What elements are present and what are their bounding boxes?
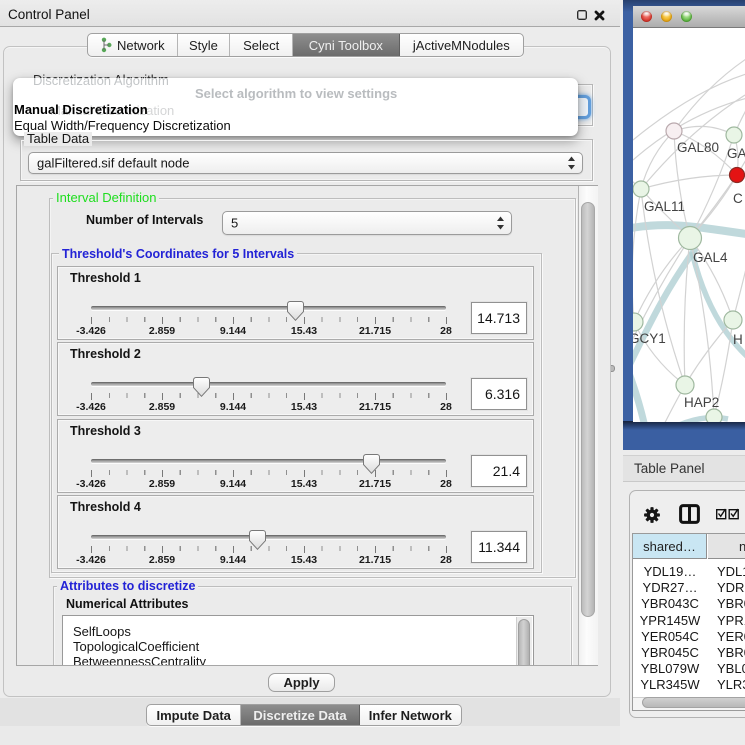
svg-text:GAL80: GAL80	[677, 140, 719, 155]
svg-text:GCY1: GCY1	[633, 331, 666, 346]
svg-text:H: H	[733, 332, 743, 347]
svg-text:GAL11: GAL11	[644, 199, 685, 214]
svg-text:C: C	[733, 191, 743, 206]
svg-text:GAL4: GAL4	[693, 250, 728, 265]
svg-text:GA: GA	[727, 146, 745, 161]
svg-text:HAP2: HAP2	[684, 395, 719, 410]
